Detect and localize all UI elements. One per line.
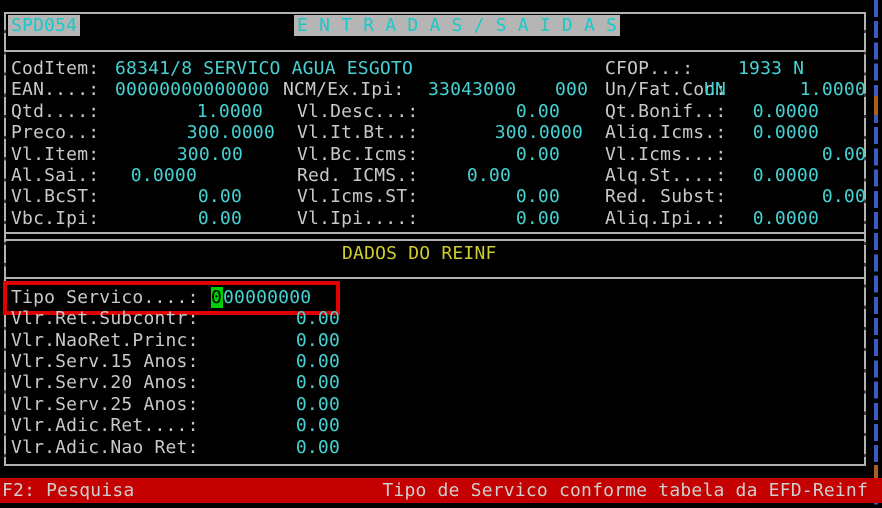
vlitem-value: 300.00	[177, 144, 243, 165]
cfop-label: CFOP...:	[605, 58, 693, 79]
reinf-row-value: 0.00	[296, 437, 340, 458]
reinf-row-label: Vlr.Ret.Subcontr:	[11, 308, 199, 329]
redicms-value: 0.00	[467, 165, 511, 186]
vlbcst-label: Vl.BcST:	[11, 186, 99, 207]
panel-border-item-bottom	[4, 232, 866, 234]
ncm-value: 33043000	[428, 79, 516, 100]
reinf-row-value: 0.00	[296, 351, 340, 372]
statusbar-help-text: Tipo de Servico conforme tabela da EFD-R…	[382, 480, 868, 501]
panel-border-reinf-top	[4, 239, 866, 241]
statusbar-f2-hint: F2: Pesquisa	[2, 480, 134, 501]
reinf-row-label: Vlr.Adic.Ret....:	[11, 415, 199, 436]
panel-border-top	[4, 12, 866, 14]
reinf-row-label: Vlr.Serv.15 Anos:	[11, 351, 199, 372]
aliqipi-label: Aliq.Ipi..:	[605, 208, 726, 229]
coditem-label: CodItem:	[11, 58, 99, 79]
ean-label: EAN....:	[11, 79, 99, 100]
vldesc-label: Vl.Desc...:	[297, 101, 418, 122]
vlipi-value: 0.00	[516, 208, 560, 229]
tipo-servico-value: 00000000	[223, 287, 311, 308]
screen-edge-mark	[874, 96, 878, 115]
qtbonif-label: Qt.Bonif..:	[605, 101, 726, 122]
vlicms-label: Vl.Icms...:	[605, 144, 726, 165]
vlicms-value: 0.00	[822, 144, 866, 165]
qtbonif-value: 0.0000	[753, 101, 819, 122]
terminal-screen: SPD054 E N T R A D A S / S A I D A S Cod…	[0, 0, 882, 508]
vldesc-value: 0.00	[516, 101, 560, 122]
preco-value: 300.0000	[187, 122, 275, 143]
reinf-row-value: 0.00	[296, 394, 340, 415]
vbcipi-label: Vbc.Ipi:	[11, 208, 99, 229]
preco-label: Preco..:	[11, 122, 99, 143]
reinf-row-label: Vlr.Adic.Nao Ret:	[11, 437, 199, 458]
aliqicms-label: Aliq.Icms.:	[605, 122, 726, 143]
tipo-servico-label: Tipo Servico....:	[11, 287, 199, 308]
alqst-label: Alq.St....:	[605, 165, 726, 186]
reinf-row-label: Vlr.Serv.20 Anos:	[11, 372, 199, 393]
text-cursor: 0	[211, 287, 223, 308]
vlbcst-value: 0.00	[198, 186, 242, 207]
panel-border-reinf-separator	[4, 277, 866, 279]
vlitbt-value: 300.0000	[495, 122, 583, 143]
redicms-label: Red. ICMS.:	[297, 165, 418, 186]
tipo-servico-input[interactable]: 000000000	[211, 287, 311, 308]
ncm-label: NCM/Ex.Ipi:	[283, 79, 404, 100]
panel-border-left	[4, 12, 6, 466]
aliqipi-value: 0.0000	[753, 208, 819, 229]
qtd-label: Qtd....:	[11, 101, 99, 122]
reinf-row-value: 0.00	[296, 330, 340, 351]
vlitem-label: Vl.Item:	[11, 144, 99, 165]
redsubst-label: Red. Subst:	[605, 186, 726, 207]
ex-ipi-value: 000	[555, 79, 588, 100]
reinf-row-label: Vlr.Serv.25 Anos:	[11, 394, 199, 415]
reinf-row-label: Vlr.NaoRet.Princ:	[11, 330, 199, 351]
vlicmsst-value: 0.00	[516, 186, 560, 207]
aliqicms-value: 0.0000	[753, 122, 819, 143]
screen-edge-line	[874, 0, 878, 508]
alsai-value: 0.0000	[131, 165, 197, 186]
ean-value: 00000000000000	[115, 79, 270, 100]
reinf-row-value: 0.00	[296, 372, 340, 393]
program-code: SPD054	[8, 15, 80, 36]
page-title: E N T R A D A S / S A I D A S	[294, 15, 620, 36]
reinf-section-title: DADOS DO REINF	[342, 243, 497, 264]
vlipi-label: Vl.Ipi....:	[297, 208, 418, 229]
reinf-row-value: 0.00	[296, 415, 340, 436]
vbcipi-value: 0.00	[198, 208, 242, 229]
panel-border-title-separator	[4, 50, 866, 52]
reinf-row-value: 0.00	[296, 308, 340, 329]
redsubst-value: 0.00	[822, 186, 866, 207]
vlbcicms-value: 0.00	[516, 144, 560, 165]
alqst-value: 0.0000	[753, 165, 819, 186]
vlitbt-label: Vl.It.Bt..:	[297, 122, 418, 143]
unfat-value: 1.0000	[800, 79, 866, 100]
qtd-value: 1.0000	[197, 101, 263, 122]
cfop-value: 1933 N	[738, 58, 804, 79]
status-bar: F2: Pesquisa Tipo de Servico conforme ta…	[0, 478, 882, 503]
vlbcicms-label: Vl.Bc.Icms:	[297, 144, 418, 165]
alsai-label: Al.Sai.:	[11, 165, 99, 186]
coditem-value: 68341/8 SERVICO AGUA ESGOTO	[115, 58, 413, 79]
unfat-unit: UN	[704, 79, 726, 100]
panel-border-reinf-bottom	[4, 464, 866, 466]
vlicmsst-label: Vl.Icms.ST:	[297, 186, 418, 207]
